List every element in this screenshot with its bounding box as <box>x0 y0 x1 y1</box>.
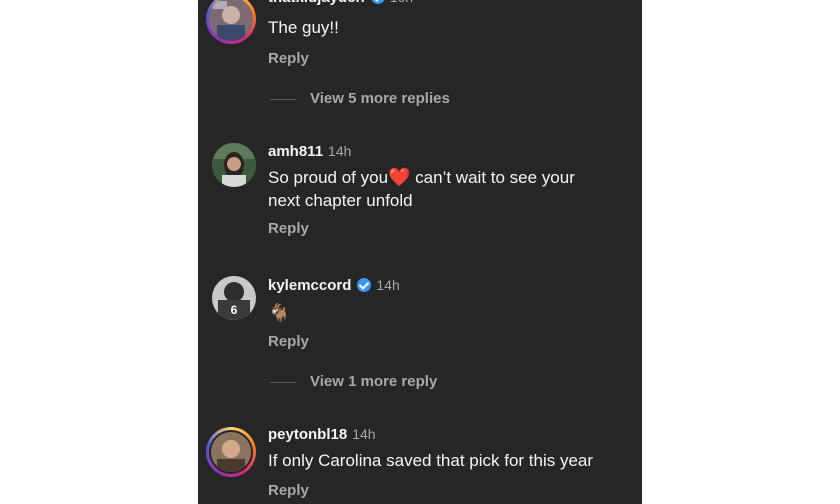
comment-username[interactable]: peytonbl18 14h <box>268 426 376 443</box>
heart-emoji-icon: ❤️ <box>388 167 411 187</box>
verified-badge-icon <box>370 0 385 4</box>
comment-time: 14h <box>376 277 400 293</box>
comment-text: So proud of you❤️ can’t wait to see your… <box>268 167 575 210</box>
divider-line <box>270 382 296 383</box>
divider-line <box>270 99 296 100</box>
avatar[interactable]: 6 <box>212 276 256 320</box>
view-more-replies-button[interactable]: View 1 more reply <box>310 373 437 390</box>
avatar[interactable] <box>212 143 256 187</box>
goat-emoji-icon: 🐐 <box>268 303 291 323</box>
view-more-replies-button[interactable]: View 5 more replies <box>310 90 450 107</box>
comment-time: 14h <box>352 426 376 442</box>
comment-time: 14h <box>328 143 352 159</box>
reply-button[interactable]: Reply <box>268 50 309 67</box>
comments-panel: thatkidjayden16h The guy!! Reply View 5 … <box>198 0 642 504</box>
comment-username[interactable]: kylemccord 14h <box>268 277 400 294</box>
reply-button[interactable]: Reply <box>268 482 309 499</box>
comment-text: If only Carolina saved that pick for thi… <box>268 451 594 470</box>
reply-button[interactable]: Reply <box>268 333 309 350</box>
comment-username[interactable]: amh811 14h <box>268 143 351 160</box>
svg-text:6: 6 <box>231 303 238 317</box>
reply-button[interactable]: Reply <box>268 220 309 237</box>
comment-username[interactable]: thatkidjayden16h <box>268 0 413 6</box>
comment-time: 16h <box>390 0 413 5</box>
avatar[interactable] <box>209 430 253 474</box>
verified-badge-icon <box>357 278 372 292</box>
comment-text: The guy!! <box>268 18 339 37</box>
